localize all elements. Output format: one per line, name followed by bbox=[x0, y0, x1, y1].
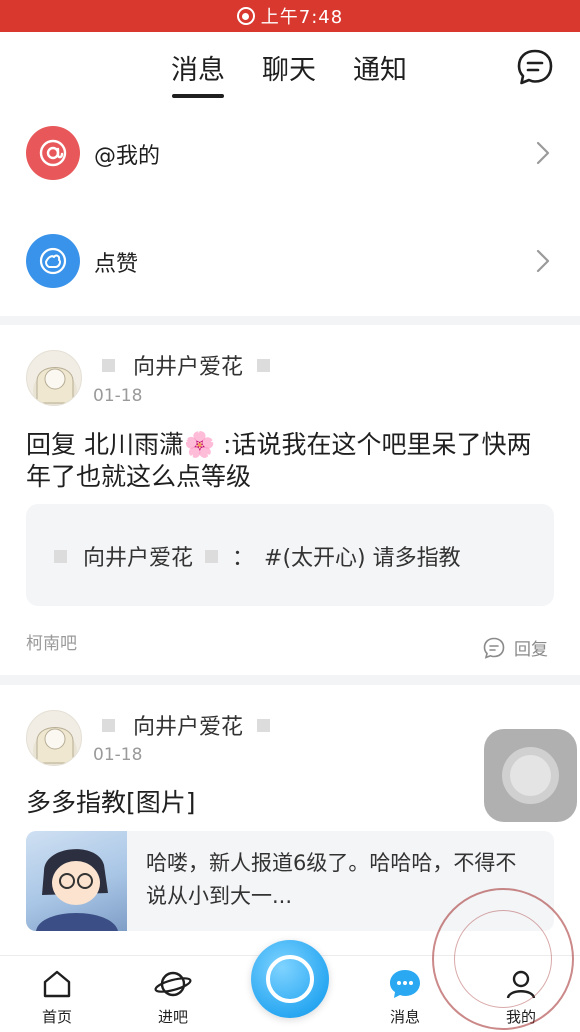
entry-at-me[interactable]: @我的 bbox=[0, 118, 580, 188]
tab-chat[interactable]: 聊天 bbox=[262, 48, 316, 87]
entry-list: @我的 点赞 bbox=[0, 118, 580, 316]
entry-at-me-label: @我的 bbox=[94, 144, 161, 169]
message-text: 多多指教[图片] bbox=[26, 788, 196, 817]
level-badge-icon bbox=[102, 718, 115, 732]
post-button-icon[interactable] bbox=[251, 940, 329, 1018]
badge-icon bbox=[205, 549, 219, 563]
nav-home-label: 首页 bbox=[41, 1008, 72, 1026]
planet-icon bbox=[154, 971, 192, 997]
username[interactable]: 向井户爱花 bbox=[133, 349, 243, 381]
message-date: 01-18 bbox=[93, 386, 143, 406]
quote-separator: ： bbox=[232, 546, 255, 571]
username-row: 向井户爱花 bbox=[102, 709, 271, 741]
chat-bubble-icon[interactable] bbox=[516, 48, 554, 86]
nav-messages[interactable]: 消息 bbox=[365, 968, 445, 1027]
entry-likes[interactable]: 点赞 bbox=[0, 226, 580, 296]
status-time: 上午7:48 bbox=[260, 7, 344, 28]
quoted-post[interactable]: 向井户爱花 ： #(太开心) 请多指教 bbox=[26, 504, 554, 606]
badge-icon bbox=[257, 358, 271, 372]
reply-icon bbox=[483, 637, 505, 659]
forum-name[interactable]: 柯南吧 bbox=[26, 629, 77, 654]
watermark-seal bbox=[432, 888, 574, 1030]
level-badge-icon bbox=[54, 549, 67, 563]
nav-messages-label: 消息 bbox=[389, 1008, 420, 1026]
screen-record-icon bbox=[236, 7, 255, 25]
message-icon bbox=[390, 970, 420, 998]
active-tab-indicator bbox=[172, 94, 224, 98]
badge-icon bbox=[257, 718, 271, 732]
quoted-post-content: 向井户爱花 ： #(太开心) 请多指教 bbox=[54, 540, 461, 572]
top-nav: 消息 聊天 通知 bbox=[0, 32, 580, 118]
tab-messages[interactable]: 消息 bbox=[171, 48, 225, 87]
message-card[interactable]: 向井户爱花 01-18 回复 北川雨潇🌸 :话说我在这个吧里呆了快两年了也就这么… bbox=[0, 325, 580, 675]
avatar[interactable] bbox=[26, 710, 82, 766]
quote-username: 向井户爱花 bbox=[83, 546, 194, 571]
nav-home[interactable]: 首页 bbox=[17, 968, 97, 1027]
entry-likes-label: 点赞 bbox=[94, 252, 139, 277]
level-badge-icon bbox=[102, 358, 115, 372]
tab-notifications[interactable]: 通知 bbox=[353, 48, 407, 87]
quote-text: #(太开心) 请多指教 bbox=[264, 546, 461, 571]
thumb-up-icon bbox=[26, 234, 80, 288]
home-icon bbox=[43, 970, 71, 998]
username[interactable]: 向井户爱花 bbox=[133, 709, 243, 741]
message-text: 回复 北川雨潇🌸 :话说我在这个吧里呆了快两年了也就这么点等级 bbox=[26, 430, 532, 491]
nav-forums-label: 进吧 bbox=[157, 1008, 188, 1026]
reply-label: 回复 bbox=[514, 640, 548, 660]
reply-button[interactable]: 回复 bbox=[482, 635, 548, 660]
at-icon bbox=[26, 126, 80, 180]
avatar[interactable] bbox=[26, 350, 82, 406]
post-thumbnail bbox=[26, 831, 127, 931]
nav-forums[interactable]: 进吧 bbox=[133, 968, 213, 1027]
status-bar: 上午7:48 bbox=[0, 0, 580, 32]
username-row: 向井户爱花 bbox=[102, 349, 271, 381]
chevron-right-icon bbox=[536, 141, 550, 165]
chevron-right-icon bbox=[536, 249, 550, 273]
message-date: 01-18 bbox=[93, 745, 143, 765]
assistive-touch-button[interactable] bbox=[484, 729, 577, 822]
